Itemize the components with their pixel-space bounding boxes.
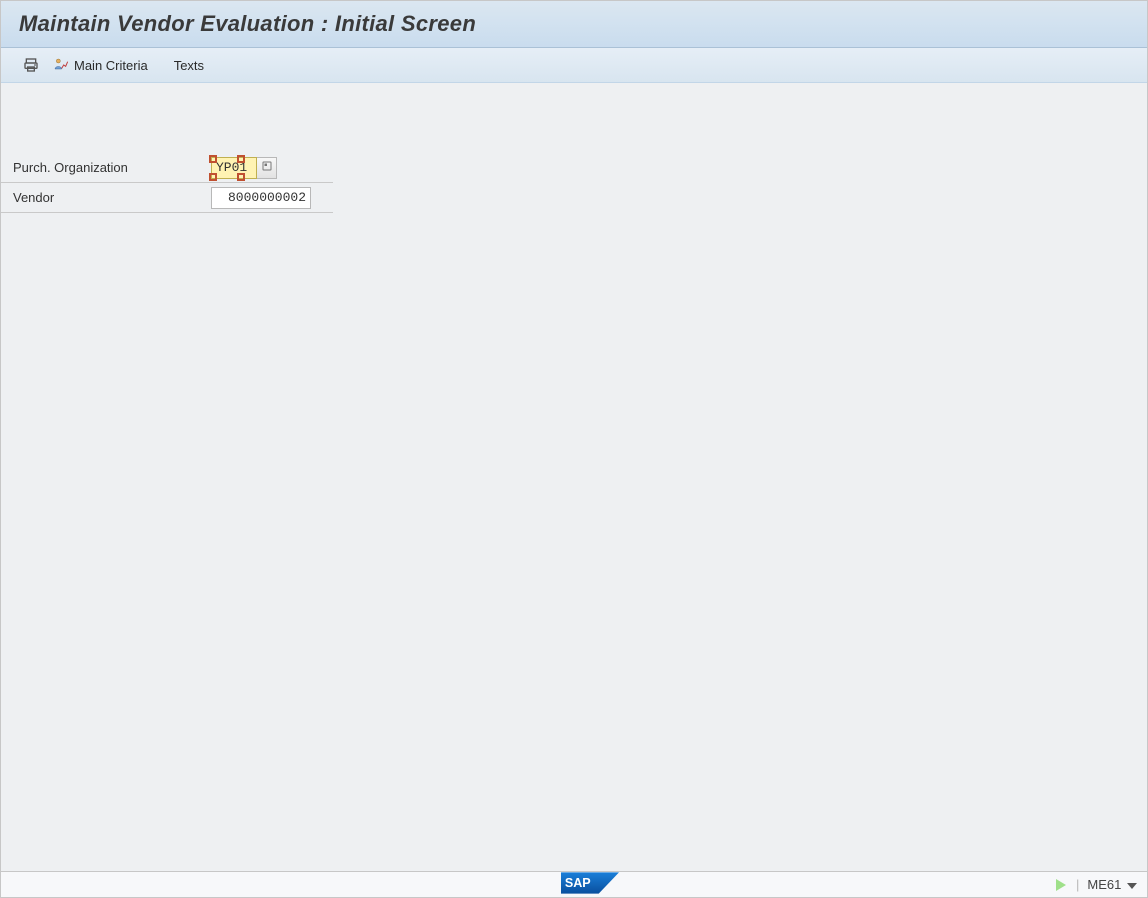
app-frame: Maintain Vendor Evaluation : Initial Scr… [1, 1, 1147, 897]
purch-org-field-wrap [211, 157, 277, 179]
purch-org-search-help-button[interactable] [257, 157, 277, 179]
title-bar: Maintain Vendor Evaluation : Initial Scr… [1, 1, 1147, 48]
transaction-code: ME61 [1087, 877, 1121, 892]
play-icon[interactable] [1056, 879, 1066, 891]
print-button[interactable] [19, 54, 43, 76]
toolbar: Main Criteria Texts [1, 48, 1147, 83]
main-criteria-label: Main Criteria [74, 58, 148, 73]
status-bar: SAP | ME61 [1, 871, 1147, 897]
chevron-down-icon [1127, 883, 1137, 889]
sap-logo: SAP [561, 872, 619, 897]
print-icon [22, 56, 40, 74]
transaction-code-dropdown[interactable]: ME61 [1087, 877, 1137, 892]
texts-label: Texts [174, 58, 204, 73]
page-title: Maintain Vendor Evaluation : Initial Scr… [19, 11, 1129, 37]
content-area: Purch. Organization Vend [1, 83, 1147, 871]
search-help-icon [261, 160, 273, 175]
purch-org-label: Purch. Organization [1, 160, 211, 175]
status-separator: | [1076, 877, 1079, 892]
vendor-row: Vendor [1, 183, 333, 213]
vendor-field-wrap [211, 187, 311, 209]
status-right: | ME61 [1056, 877, 1137, 892]
purch-org-row: Purch. Organization [1, 153, 333, 183]
vendor-label: Vendor [1, 190, 211, 205]
user-chart-icon [52, 56, 70, 74]
main-criteria-button[interactable]: Main Criteria [51, 54, 157, 76]
svg-text:SAP: SAP [564, 876, 590, 890]
texts-button[interactable]: Texts [165, 54, 213, 76]
purch-org-input[interactable] [211, 157, 257, 179]
vendor-input[interactable] [211, 187, 311, 209]
